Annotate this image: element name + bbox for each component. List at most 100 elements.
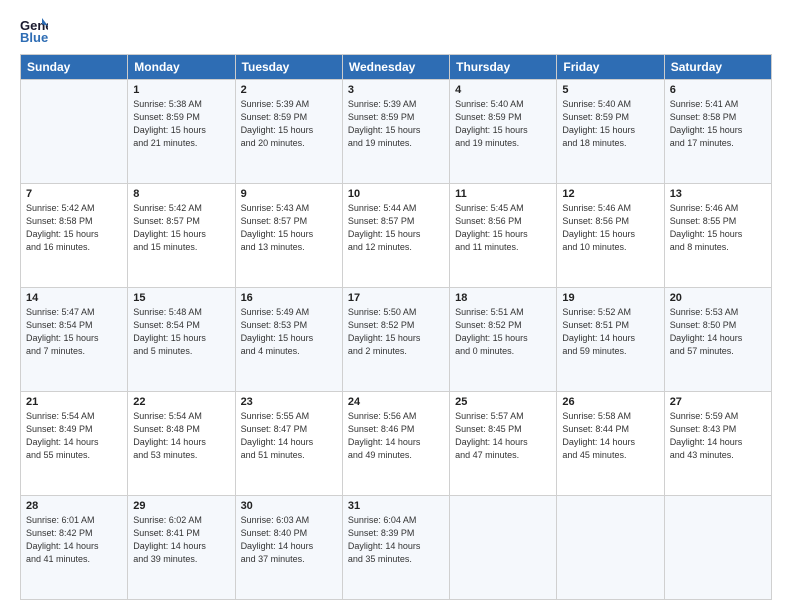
- cell-info: Sunrise: 5:40 AMSunset: 8:59 PMDaylight:…: [455, 98, 551, 150]
- day-number: 4: [455, 84, 551, 96]
- day-number: 23: [241, 396, 337, 408]
- cell-info: Sunrise: 5:46 AMSunset: 8:55 PMDaylight:…: [670, 202, 766, 254]
- cell-info: Sunrise: 5:54 AMSunset: 8:48 PMDaylight:…: [133, 410, 229, 462]
- cell-info: Sunrise: 5:41 AMSunset: 8:58 PMDaylight:…: [670, 98, 766, 150]
- day-number: 16: [241, 292, 337, 304]
- cell-info: Sunrise: 5:42 AMSunset: 8:58 PMDaylight:…: [26, 202, 122, 254]
- cell-info: Sunrise: 5:39 AMSunset: 8:59 PMDaylight:…: [348, 98, 444, 150]
- day-number: 19: [562, 292, 658, 304]
- cell-info: Sunrise: 5:55 AMSunset: 8:47 PMDaylight:…: [241, 410, 337, 462]
- week-row-2: 7 Sunrise: 5:42 AMSunset: 8:58 PMDaylight…: [21, 184, 772, 288]
- calendar-cell: 8 Sunrise: 5:42 AMSunset: 8:57 PMDaylight…: [128, 184, 235, 288]
- calendar-table: SundayMondayTuesdayWednesdayThursdayFrid…: [20, 54, 772, 600]
- cell-info: Sunrise: 6:01 AMSunset: 8:42 PMDaylight:…: [26, 514, 122, 566]
- day-number: 20: [670, 292, 766, 304]
- calendar-cell: 18Sunrise: 5:51 AMSunset: 8:52 PMDayligh…: [450, 288, 557, 392]
- calendar-cell: 30Sunrise: 6:03 AMSunset: 8:40 PMDayligh…: [235, 496, 342, 600]
- cell-info: Sunrise: 5:47 AMSunset: 8:54 PMDaylight:…: [26, 306, 122, 358]
- calendar-cell: 24 Sunrise: 5:56 AMSunset: 8:46 PMDayligh…: [342, 392, 449, 496]
- cell-info: Sunrise: 5:53 AMSunset: 8:50 PMDaylight:…: [670, 306, 766, 358]
- day-number: 25: [455, 396, 551, 408]
- week-row-3: 14 Sunrise: 5:47 AMSunset: 8:54 PMDayligh…: [21, 288, 772, 392]
- header-cell-sunday: Sunday: [21, 55, 128, 80]
- calendar-cell: 5Sunrise: 5:40 AMSunset: 8:59 PMDaylight…: [557, 80, 664, 184]
- header-cell-thursday: Thursday: [450, 55, 557, 80]
- cell-info: Sunrise: 5:57 AMSunset: 8:45 PMDaylight:…: [455, 410, 551, 462]
- day-number: 13: [670, 188, 766, 200]
- header: General Blue: [20, 16, 772, 44]
- day-number: 3: [348, 84, 444, 96]
- calendar-cell: 19 Sunrise: 5:52 AMSunset: 8:51 PMDayligh…: [557, 288, 664, 392]
- cell-info: Sunrise: 5:48 AMSunset: 8:54 PMDaylight:…: [133, 306, 229, 358]
- cell-info: Sunrise: 5:40 AMSunset: 8:59 PMDaylight:…: [562, 98, 658, 150]
- day-number: 21: [26, 396, 122, 408]
- calendar-cell: 26Sunrise: 5:58 AMSunset: 8:44 PMDayligh…: [557, 392, 664, 496]
- cell-info: Sunrise: 6:03 AMSunset: 8:40 PMDaylight:…: [241, 514, 337, 566]
- cell-info: Sunrise: 5:56 AMSunset: 8:46 PMDaylight:…: [348, 410, 444, 462]
- calendar-cell: 4 Sunrise: 5:40 AMSunset: 8:59 PMDaylight…: [450, 80, 557, 184]
- cell-info: Sunrise: 6:04 AMSunset: 8:39 PMDaylight:…: [348, 514, 444, 566]
- day-number: 1: [133, 84, 229, 96]
- calendar-cell: 2Sunrise: 5:39 AMSunset: 8:59 PMDaylight…: [235, 80, 342, 184]
- cell-info: Sunrise: 5:42 AMSunset: 8:57 PMDaylight:…: [133, 202, 229, 254]
- cell-info: Sunrise: 6:02 AMSunset: 8:41 PMDaylight:…: [133, 514, 229, 566]
- day-number: 22: [133, 396, 229, 408]
- calendar-cell: 1 Sunrise: 5:38 AMSunset: 8:59 PMDaylight…: [128, 80, 235, 184]
- logo: General Blue: [20, 16, 52, 44]
- calendar-cell: 17 Sunrise: 5:50 AMSunset: 8:52 PMDayligh…: [342, 288, 449, 392]
- cell-info: Sunrise: 5:44 AMSunset: 8:57 PMDaylight:…: [348, 202, 444, 254]
- cell-info: Sunrise: 5:51 AMSunset: 8:52 PMDaylight:…: [455, 306, 551, 358]
- calendar-cell: 23 Sunrise: 5:55 AMSunset: 8:47 PMDayligh…: [235, 392, 342, 496]
- calendar-cell: 22 Sunrise: 5:54 AMSunset: 8:48 PMDayligh…: [128, 392, 235, 496]
- cell-info: Sunrise: 5:43 AMSunset: 8:57 PMDaylight:…: [241, 202, 337, 254]
- header-cell-wednesday: Wednesday: [342, 55, 449, 80]
- calendar-cell: 6 Sunrise: 5:41 AMSunset: 8:58 PMDaylight…: [664, 80, 771, 184]
- svg-text:Blue: Blue: [20, 30, 48, 44]
- day-number: 17: [348, 292, 444, 304]
- day-number: 7: [26, 188, 122, 200]
- header-cell-friday: Friday: [557, 55, 664, 80]
- week-row-5: 28 Sunrise: 6:01 AMSunset: 8:42 PMDayligh…: [21, 496, 772, 600]
- day-number: 10: [348, 188, 444, 200]
- calendar-cell: [664, 496, 771, 600]
- day-number: 28: [26, 500, 122, 512]
- calendar-cell: 31Sunrise: 6:04 AMSunset: 8:39 PMDayligh…: [342, 496, 449, 600]
- calendar-cell: [21, 80, 128, 184]
- day-number: 2: [241, 84, 337, 96]
- calendar-cell: 13 Sunrise: 5:46 AMSunset: 8:55 PMDayligh…: [664, 184, 771, 288]
- cell-info: Sunrise: 5:52 AMSunset: 8:51 PMDaylight:…: [562, 306, 658, 358]
- calendar-cell: [450, 496, 557, 600]
- day-number: 29: [133, 500, 229, 512]
- day-number: 6: [670, 84, 766, 96]
- cell-info: Sunrise: 5:50 AMSunset: 8:52 PMDaylight:…: [348, 306, 444, 358]
- day-number: 8: [133, 188, 229, 200]
- header-cell-monday: Monday: [128, 55, 235, 80]
- day-number: 11: [455, 188, 551, 200]
- day-number: 14: [26, 292, 122, 304]
- calendar-cell: 29 Sunrise: 6:02 AMSunset: 8:41 PMDayligh…: [128, 496, 235, 600]
- cell-info: Sunrise: 5:58 AMSunset: 8:44 PMDaylight:…: [562, 410, 658, 462]
- calendar-cell: 14 Sunrise: 5:47 AMSunset: 8:54 PMDayligh…: [21, 288, 128, 392]
- day-number: 15: [133, 292, 229, 304]
- day-number: 24: [348, 396, 444, 408]
- calendar-cell: 15 Sunrise: 5:48 AMSunset: 8:54 PMDayligh…: [128, 288, 235, 392]
- calendar-cell: 21Sunrise: 5:54 AMSunset: 8:49 PMDayligh…: [21, 392, 128, 496]
- calendar-cell: 25 Sunrise: 5:57 AMSunset: 8:45 PMDayligh…: [450, 392, 557, 496]
- logo-icon: General Blue: [20, 16, 48, 44]
- header-cell-saturday: Saturday: [664, 55, 771, 80]
- header-row: SundayMondayTuesdayWednesdayThursdayFrid…: [21, 55, 772, 80]
- cell-info: Sunrise: 5:38 AMSunset: 8:59 PMDaylight:…: [133, 98, 229, 150]
- calendar-cell: 28 Sunrise: 6:01 AMSunset: 8:42 PMDayligh…: [21, 496, 128, 600]
- week-row-4: 21Sunrise: 5:54 AMSunset: 8:49 PMDayligh…: [21, 392, 772, 496]
- calendar-cell: 7 Sunrise: 5:42 AMSunset: 8:58 PMDaylight…: [21, 184, 128, 288]
- cell-info: Sunrise: 5:46 AMSunset: 8:56 PMDaylight:…: [562, 202, 658, 254]
- calendar-cell: 10 Sunrise: 5:44 AMSunset: 8:57 PMDayligh…: [342, 184, 449, 288]
- cell-info: Sunrise: 5:59 AMSunset: 8:43 PMDaylight:…: [670, 410, 766, 462]
- calendar-cell: 16Sunrise: 5:49 AMSunset: 8:53 PMDayligh…: [235, 288, 342, 392]
- day-number: 27: [670, 396, 766, 408]
- calendar-cell: 9 Sunrise: 5:43 AMSunset: 8:57 PMDaylight…: [235, 184, 342, 288]
- cell-info: Sunrise: 5:45 AMSunset: 8:56 PMDaylight:…: [455, 202, 551, 254]
- calendar-cell: 11 Sunrise: 5:45 AMSunset: 8:56 PMDayligh…: [450, 184, 557, 288]
- header-cell-tuesday: Tuesday: [235, 55, 342, 80]
- day-number: 9: [241, 188, 337, 200]
